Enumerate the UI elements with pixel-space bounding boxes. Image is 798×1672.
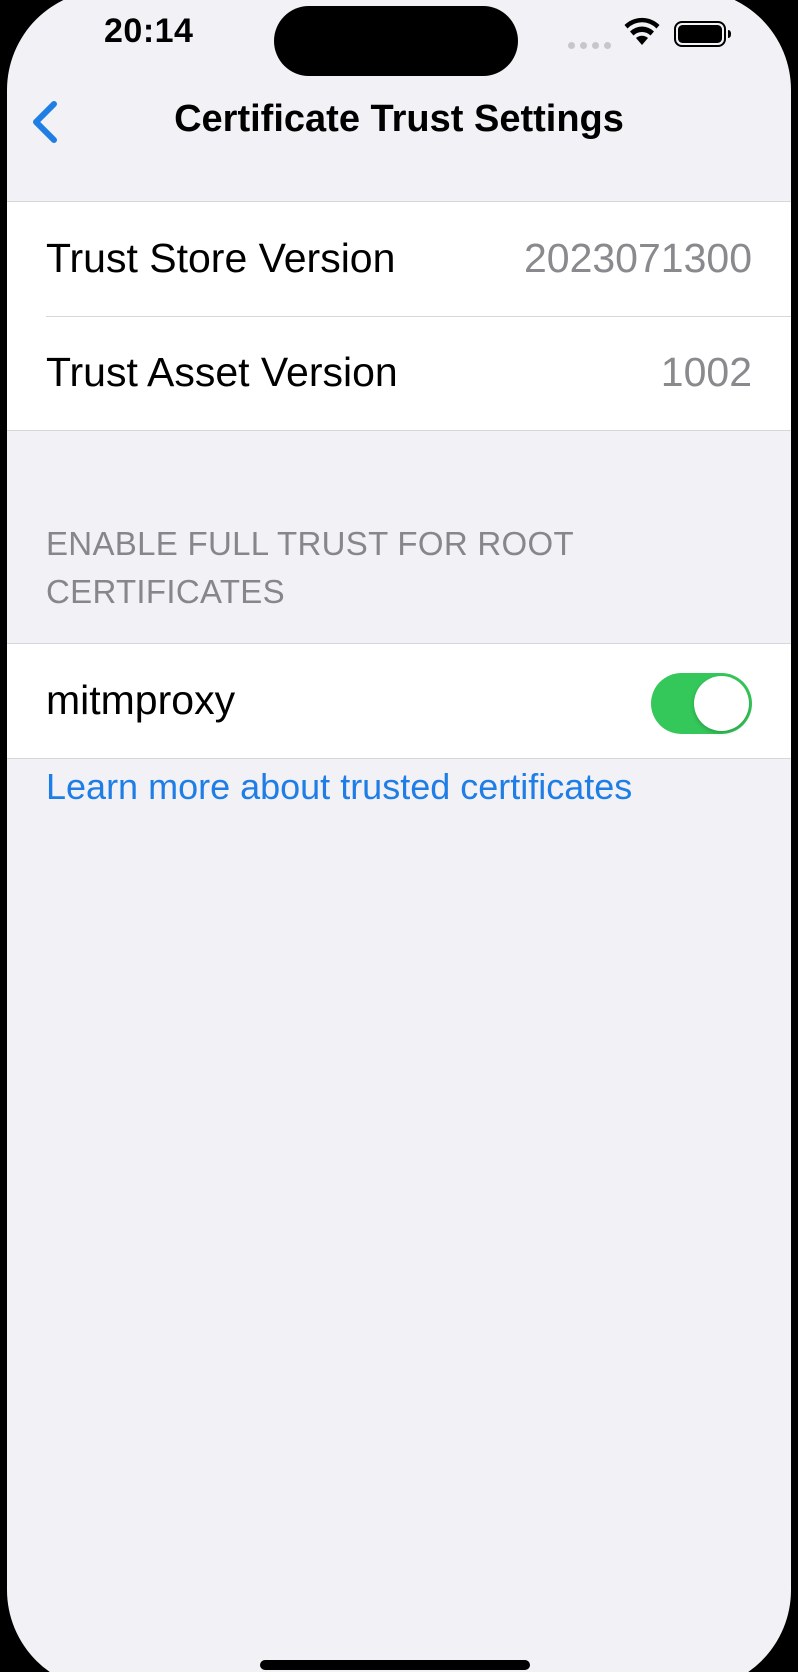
status-time: 20:14 [104, 12, 194, 50]
battery-icon [674, 21, 731, 47]
toggle-knob [694, 676, 749, 731]
trust-store-version-value: 2023071300 [523, 235, 752, 281]
trust-asset-version-row: Trust Asset Version 1002 [7, 316, 791, 430]
trust-store-version-label: Trust Store Version [46, 235, 396, 281]
dynamic-island [274, 6, 518, 76]
mitmproxy-trust-toggle[interactable] [651, 673, 752, 734]
learn-more-link[interactable]: Learn more about trusted certificates [46, 766, 632, 808]
home-indicator[interactable] [260, 1660, 530, 1670]
certificate-row-mitmproxy: mitmproxy [7, 644, 791, 758]
section-header: ENABLE FULL TRUST FOR ROOT CERTIFICATES [46, 525, 574, 610]
versions-group: Trust Store Version 2023071300 Trust Ass… [7, 201, 791, 431]
trust-asset-version-value: 1002 [660, 349, 752, 395]
trust-asset-version-label: Trust Asset Version [46, 349, 398, 395]
device-frame: 20:14 Certificate Trust Settings Trust S… [0, 0, 798, 1672]
wifi-icon [624, 17, 660, 45]
cellular-signal-icon [568, 42, 612, 50]
certificate-name: mitmproxy [46, 677, 236, 723]
screen: 20:14 Certificate Trust Settings Trust S… [7, 0, 791, 1672]
trust-store-version-row: Trust Store Version 2023071300 [7, 202, 791, 316]
page-title: Certificate Trust Settings [174, 98, 624, 140]
root-certificates-group: mitmproxy [7, 643, 791, 759]
